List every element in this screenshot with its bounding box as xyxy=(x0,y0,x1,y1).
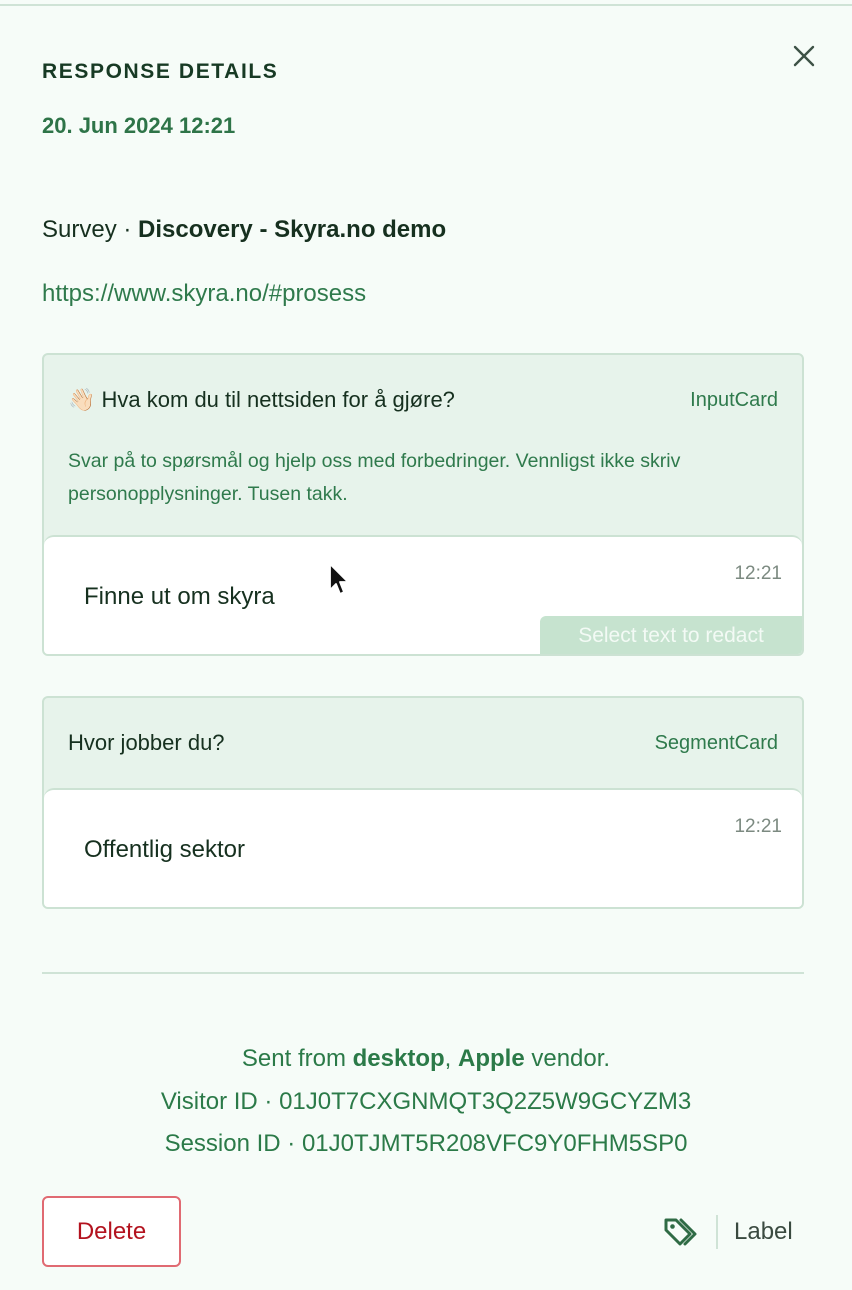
card-question: 👋🏻 Hva kom du til nettsiden for å gjøre? xyxy=(68,387,455,413)
select-text-to-redact-button[interactable]: Select text to redact xyxy=(540,616,802,654)
vendor-name: Apple xyxy=(458,1045,525,1072)
answer-box[interactable]: Offentlig sektor 12:21 xyxy=(44,788,802,907)
close-icon xyxy=(793,45,815,67)
top-border xyxy=(0,4,852,6)
label-button[interactable]: Label xyxy=(662,1208,793,1256)
mouse-cursor-icon xyxy=(329,563,349,595)
section-divider xyxy=(42,972,804,974)
survey-name: Discovery - Skyra.no demo xyxy=(138,216,447,243)
sent-prefix: Sent from xyxy=(241,1045,353,1072)
panel-heading: RESPONSE DETAILS xyxy=(42,60,279,83)
close-button[interactable] xyxy=(786,38,822,74)
device-type: desktop xyxy=(352,1045,445,1072)
question-card-input: 👋🏻 Hva kom du til nettsiden for å gjøre?… xyxy=(42,353,804,656)
answer-text[interactable]: Finne ut om skyra xyxy=(84,583,275,611)
card-type-badge: SegmentCard xyxy=(654,732,778,754)
label-separator xyxy=(716,1215,718,1249)
separator: , xyxy=(444,1045,458,1072)
delete-button[interactable]: Delete xyxy=(42,1196,181,1267)
sent-from-line: Sent from desktop, Apple vendor. xyxy=(0,1045,852,1073)
answer-time: 12:21 xyxy=(734,563,782,584)
session-id: Session ID · 01J0TJMT5R208VFC9Y0FHM5SP0 xyxy=(164,1130,688,1157)
survey-url-link[interactable]: https://www.skyra.no/#prosess xyxy=(42,280,366,308)
card-description: Svar på to spørsmål og hjelp oss med for… xyxy=(68,450,681,505)
card-type-badge: InputCard xyxy=(690,389,778,411)
response-details-panel: RESPONSE DETAILS 20. Jun 2024 12:21 Surv… xyxy=(0,0,852,1290)
survey-line: Survey · Discovery - Skyra.no demo xyxy=(42,216,446,244)
label-text: Label xyxy=(734,1218,793,1245)
response-date: 20. Jun 2024 12:21 xyxy=(42,113,236,138)
answer-text[interactable]: Offentlig sektor xyxy=(84,836,245,864)
card-question-text: Hva kom du til nettsiden for å gjøre? xyxy=(101,387,455,412)
visitor-id: Visitor ID · 01J0T7CXGNMQT3Q2Z5W9GCYZM3 xyxy=(160,1088,692,1115)
survey-prefix: Survey · xyxy=(42,216,139,243)
sent-suffix: vendor. xyxy=(524,1045,611,1072)
wave-icon: 👋🏻 xyxy=(68,387,96,412)
tag-icon xyxy=(662,1212,702,1252)
question-card-segment: Hvor jobber du? SegmentCard Offentlig se… xyxy=(42,696,804,909)
card-question-text: Hvor jobber du? xyxy=(68,730,225,755)
answer-box[interactable]: Finne ut om skyra 12:21 Select text to r… xyxy=(44,535,802,654)
answer-time: 12:21 xyxy=(734,816,782,837)
